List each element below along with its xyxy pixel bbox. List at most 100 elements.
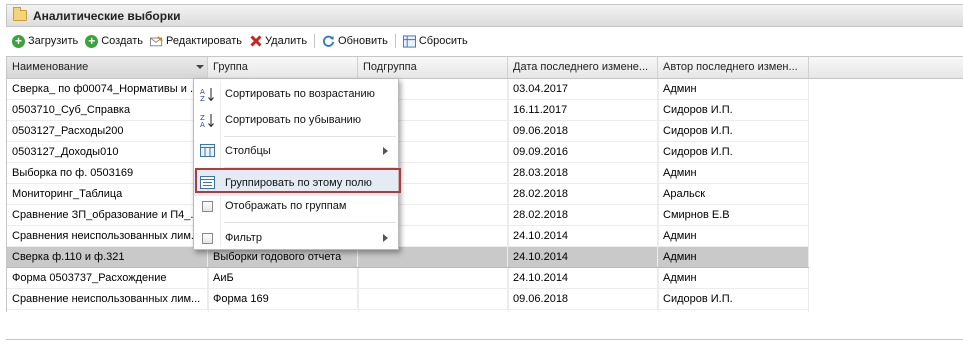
- submenu-arrow-icon: [383, 147, 388, 155]
- cell-name: Сравнение ЗП_образование и П4_...: [7, 205, 208, 225]
- cell-group: АиБ: [208, 268, 358, 288]
- show-groups-checkbox[interactable]: [202, 201, 217, 216]
- column-header-label: Дата последнего измене...: [513, 61, 649, 73]
- toolbar-separator: [394, 34, 396, 48]
- group-by-icon: [200, 176, 215, 191]
- analytic-selections-panel: Аналитические выборки + Загрузить + Созд…: [0, 0, 963, 356]
- table-row[interactable]: Форма 0503737_Расхождение АиБ 24.10.2014 Ад…: [7, 268, 809, 289]
- create-button-label: Создать: [101, 35, 144, 47]
- edit-button[interactable]: Редактировать: [150, 35, 242, 48]
- cell-name: Выборка по ф. 0503169: [7, 163, 208, 183]
- table-row[interactable]: Сравнение ЗП_образование и П4_... 28.02.2…: [7, 205, 809, 226]
- table-row[interactable]: Сравнения неиспользованных лим... 24.10.2…: [7, 226, 809, 247]
- menu-item-filter[interactable]: Фильтр: [194, 225, 398, 251]
- column-header-name[interactable]: Наименование: [7, 57, 208, 78]
- add-circle-icon: +: [12, 34, 25, 48]
- table-row[interactable]: Сверка_ по ф00074_Нормативы и ... 03.04.2…: [7, 79, 809, 100]
- cell-author: Аральск: [658, 184, 809, 204]
- cell-subgroup: [358, 268, 508, 288]
- table-row[interactable]: 0503710_Суб_Справка 16.11.2017 Сидоров И.П…: [7, 100, 809, 121]
- data-grid: Наименование Группа Подгруппа Дата после…: [6, 56, 963, 312]
- toolbar-separator: [314, 34, 316, 48]
- filter-checkbox[interactable]: [202, 233, 217, 248]
- refresh-button-label: Обновить: [338, 35, 388, 47]
- menu-separator: [224, 222, 396, 223]
- reset-button[interactable]: Сбросить: [402, 34, 468, 48]
- column-header-subgroup[interactable]: Подгруппа: [358, 57, 508, 78]
- load-button-label: Загрузить: [28, 35, 79, 47]
- column-header-date[interactable]: Дата последнего измене...: [508, 57, 658, 78]
- cell-date: 28.03.2018: [508, 163, 658, 183]
- cell-author: Сидоров И.П.: [658, 121, 809, 141]
- cell-author: Админ: [658, 226, 809, 246]
- refresh-button[interactable]: Обновить: [322, 35, 388, 48]
- menu-separator: [224, 136, 396, 137]
- load-button[interactable]: + Загрузить: [12, 34, 79, 48]
- svg-text:A: A: [200, 121, 205, 128]
- columns-icon: [200, 144, 215, 159]
- cell-date: 03.04.2017: [508, 79, 658, 99]
- cell-author: Админ: [658, 79, 809, 99]
- cell-name: Сверка ф.110 и ф.321: [7, 247, 208, 267]
- cell-author: Сидоров И.П.: [658, 142, 809, 162]
- cell-author: Сидоров И.П.: [658, 100, 809, 120]
- table-row[interactable]: 0503127_Доходы010 09.09.2016 Сидоров И.П.: [7, 142, 809, 163]
- add-circle-icon: +: [85, 34, 99, 48]
- menu-item-label: Сортировать по убыванию: [225, 114, 362, 126]
- column-header-group[interactable]: Группа: [208, 57, 358, 78]
- submenu-arrow-icon: [383, 234, 388, 242]
- table-row[interactable]: Сравнение неиспользованных лим... Форма 1…: [7, 289, 809, 310]
- column-header-label: Автор последнего измен...: [663, 61, 798, 73]
- table-row[interactable]: Мониторинг_Таблица 28.02.2018 Аральск: [7, 184, 809, 205]
- cell-author: Админ: [658, 247, 809, 267]
- menu-item-show-groups[interactable]: Отображать по группам: [194, 193, 398, 219]
- menu-item-label: Сортировать по возрастанию: [225, 88, 375, 100]
- delete-button[interactable]: Удалить: [249, 35, 307, 48]
- edit-button-label: Редактировать: [166, 35, 243, 47]
- cell-date: 24.10.2014: [508, 247, 658, 267]
- cell-name: Форма 0503737_Расхождение: [7, 268, 208, 288]
- column-context-menu: AZ Сортировать по возрастанию ZA Сортиро…: [193, 78, 399, 250]
- cell-date: 24.10.2014: [508, 226, 658, 246]
- panel-header: Аналитические выборки: [6, 4, 963, 27]
- delete-x-icon: [249, 35, 262, 48]
- table-row[interactable]: Выборка по ф. 0503169 28.03.2018 Админ: [7, 163, 809, 184]
- column-header-label: Наименование: [12, 61, 89, 73]
- cell-date: 09.06.2018: [508, 289, 658, 309]
- cell-author: Смирнов Е.В: [658, 205, 809, 225]
- sort-ascending-icon: AZ: [200, 87, 215, 103]
- cell-date: 09.09.2016: [508, 142, 658, 162]
- menu-item-columns[interactable]: Столбцы: [194, 138, 398, 164]
- grid-bottom-border: [6, 339, 963, 340]
- table-row[interactable]: 0503127_Расходы200 09.06.2018 Сидоров И.П.: [7, 121, 809, 142]
- grid-header: Наименование Группа Подгруппа Дата после…: [7, 57, 963, 79]
- menu-item-sort-asc[interactable]: AZ Сортировать по возрастанию: [194, 81, 398, 107]
- column-header-label: Группа: [213, 61, 248, 73]
- svg-text:Z: Z: [200, 95, 205, 102]
- table-row[interactable]: Сверка ф.110 и ф.321 Выборки годового отч…: [7, 247, 809, 268]
- menu-separator: [224, 167, 396, 168]
- cell-author: Сидоров И.П.: [658, 289, 809, 309]
- cell-subgroup: [358, 289, 508, 309]
- cell-name: Мониторинг_Таблица: [7, 184, 208, 204]
- cell-name: 0503127_Расходы200: [7, 121, 208, 141]
- cell-name: Сверка_ по ф00074_Нормативы и ...: [7, 79, 208, 99]
- create-button[interactable]: + Создать: [85, 34, 144, 48]
- column-header-label: Подгруппа: [363, 61, 417, 73]
- cell-group: Форма 169: [208, 289, 358, 309]
- sort-descending-icon: ZA: [200, 113, 215, 129]
- folder-icon: [13, 7, 27, 21]
- column-menu-trigger-icon[interactable]: [196, 65, 204, 69]
- delete-button-label: Удалить: [265, 35, 308, 47]
- column-header-author[interactable]: Автор последнего измен...: [658, 57, 809, 78]
- menu-item-sort-desc[interactable]: ZA Сортировать по убыванию: [194, 107, 398, 133]
- refresh-icon: [322, 35, 335, 48]
- cell-date: 28.02.2018: [508, 184, 658, 204]
- cell-name: 0503127_Доходы010: [7, 142, 208, 162]
- cell-name: Сравнение неиспользованных лим...: [7, 289, 208, 309]
- panel-title: Аналитические выборки: [33, 8, 181, 23]
- cell-name: Сравнения неиспользованных лим...: [7, 226, 208, 246]
- menu-item-label: Фильтр: [225, 232, 262, 244]
- reset-button-label: Сбросить: [418, 35, 468, 47]
- cell-author: Админ: [658, 163, 809, 183]
